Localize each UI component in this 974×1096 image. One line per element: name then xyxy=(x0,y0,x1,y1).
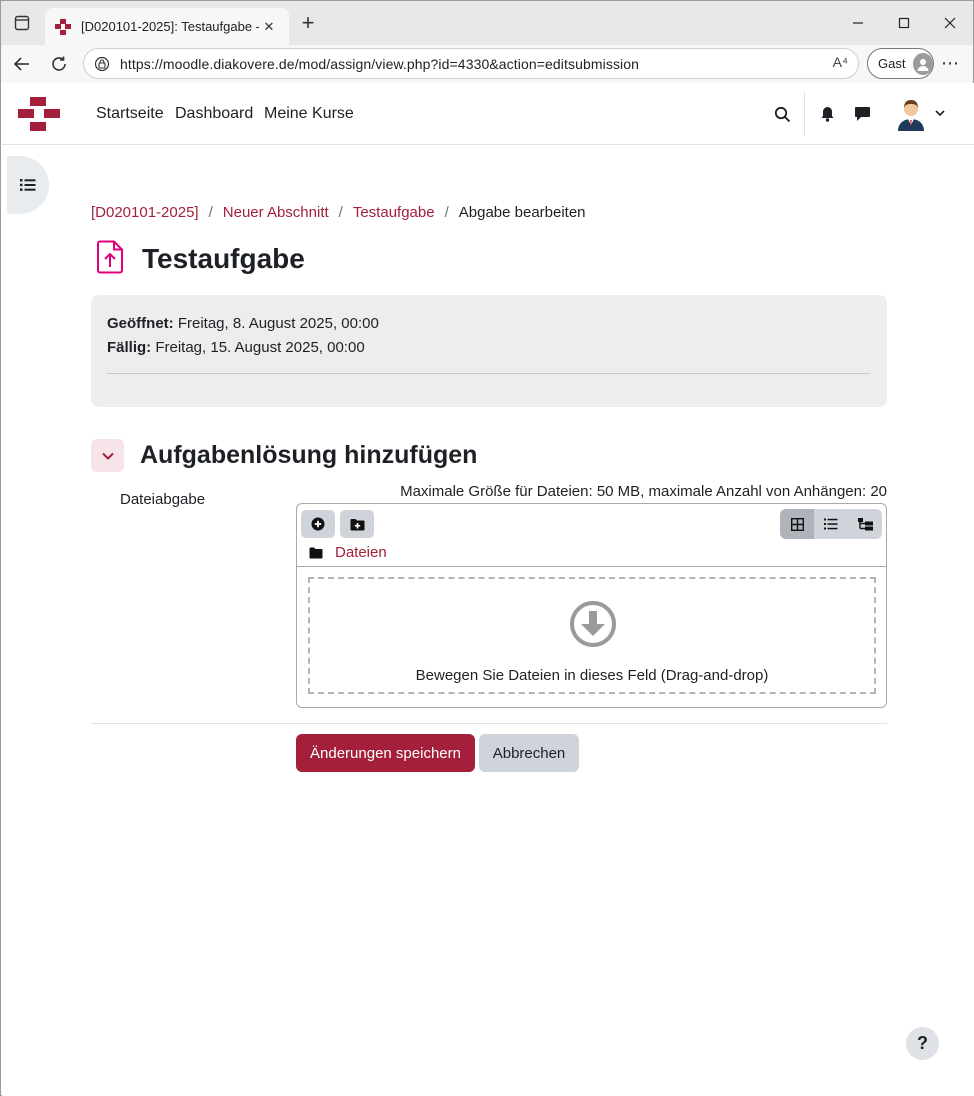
profile-label: Gast xyxy=(878,56,906,71)
form-divider xyxy=(91,723,887,724)
assignment-upload-icon xyxy=(97,240,123,274)
messages-icon[interactable] xyxy=(852,104,872,124)
due-date: Fällig: Freitag, 15. August 2025, 00:00 xyxy=(107,339,365,356)
view-toggle-group xyxy=(780,509,882,539)
add-file-button[interactable] xyxy=(301,510,335,538)
view-list-button[interactable] xyxy=(814,509,848,539)
file-submission-label: Dateiabgabe xyxy=(120,491,206,508)
navbar-divider xyxy=(804,92,805,136)
site-info-icon[interactable] xyxy=(94,56,110,72)
breadcrumb-course-link[interactable]: [D020101-2025] xyxy=(91,204,199,221)
file-drop-zone[interactable]: Bewegen Sie Dateien in dieses Feld (Drag… xyxy=(308,577,876,694)
drop-zone-text: Bewegen Sie Dateien in dieses Feld (Drag… xyxy=(415,667,769,684)
page-title: Testaufgabe xyxy=(142,243,305,274)
download-arrow-circle-icon xyxy=(570,601,616,647)
breadcrumb-separator: / xyxy=(338,204,343,221)
minimize-icon[interactable] xyxy=(846,11,870,35)
tab-title: [D020101-2025]: Testaufgabe - Abgabe bea… xyxy=(81,19,259,34)
site-logo-icon[interactable] xyxy=(18,97,60,131)
moodle-favicon-icon xyxy=(55,18,71,35)
file-path: Dateien xyxy=(309,544,387,561)
maximize-icon[interactable] xyxy=(892,11,916,35)
breadcrumb-assignment-link[interactable]: Testaufgabe xyxy=(353,204,435,221)
opened-label: Geöffnet: xyxy=(107,315,174,332)
course-index-toggle[interactable] xyxy=(7,156,49,214)
chevron-down-icon xyxy=(101,452,114,460)
user-menu-chevron-down-icon[interactable] xyxy=(934,107,946,119)
notifications-bell-icon[interactable] xyxy=(817,104,837,124)
url-field[interactable]: https://moodle.diakovere.de/mod/assign/v… xyxy=(83,48,859,79)
save-changes-button[interactable]: Änderungen speichern xyxy=(296,734,475,772)
moodle-page: Startseite Dashboard Meine Kurse [D02010… xyxy=(2,83,974,1096)
folder-tree-icon xyxy=(857,517,873,530)
breadcrumb-current: Abgabe bearbeiten xyxy=(458,204,586,221)
file-manager: Dateien Bewegen Sie Dateien in dieses Fe… xyxy=(296,503,887,708)
breadcrumb-separator: / xyxy=(444,204,449,221)
due-value: Freitag, 15. August 2025, 00:00 xyxy=(155,339,365,356)
breadcrumb-separator: / xyxy=(208,204,213,221)
opened-value: Freitag, 8. August 2025, 00:00 xyxy=(177,315,379,332)
cancel-button[interactable]: Abbrechen xyxy=(479,734,579,772)
folder-icon xyxy=(309,547,323,558)
help-button[interactable]: ? xyxy=(906,1027,939,1060)
new-tab-button[interactable]: + xyxy=(297,10,319,35)
max-size-info: Maximale Größe für Dateien: 50 MB, maxim… xyxy=(400,483,887,500)
plus-circle-icon xyxy=(311,517,325,531)
breadcrumb-section-link[interactable]: Neuer Abschnitt xyxy=(223,204,329,221)
search-icon[interactable] xyxy=(772,104,792,124)
section-collapse-toggle[interactable] xyxy=(91,439,124,472)
nav-home-link[interactable]: Startseite xyxy=(96,105,164,123)
tab-close-icon[interactable]: ✕ xyxy=(259,17,279,37)
tab-bar: [D020101-2025]: Testaufgabe - Abgabe bea… xyxy=(1,1,973,45)
browser-window: [D020101-2025]: Testaufgabe - Abgabe bea… xyxy=(0,0,974,1096)
files-path-link[interactable]: Dateien xyxy=(335,544,387,561)
reload-icon[interactable] xyxy=(47,52,71,76)
list-icon xyxy=(20,179,36,191)
create-folder-button[interactable] xyxy=(340,510,374,538)
back-arrow-icon[interactable] xyxy=(10,52,34,76)
folder-plus-icon xyxy=(350,518,364,530)
view-tree-button[interactable] xyxy=(848,509,882,539)
breadcrumb: [D020101-2025] / Neuer Abschnitt / Testa… xyxy=(91,204,586,221)
browser-menu-icon[interactable]: ⋯ xyxy=(941,53,960,74)
user-avatar[interactable] xyxy=(895,97,927,131)
window-close-icon[interactable] xyxy=(938,11,962,35)
tab-actions-icon[interactable] xyxy=(11,12,33,34)
due-label: Fällig: xyxy=(107,339,152,356)
address-bar-row: https://moodle.diakovere.de/mod/assign/v… xyxy=(1,45,973,83)
profile-button[interactable]: Gast xyxy=(867,48,934,79)
read-aloud-icon[interactable]: A⁴ xyxy=(833,54,848,70)
dates-divider xyxy=(107,373,870,374)
activity-dates: Geöffnet: Freitag, 8. August 2025, 00:00… xyxy=(91,295,887,407)
url-text: https://moodle.diakovere.de/mod/assign/v… xyxy=(120,55,640,72)
opened-date: Geöffnet: Freitag, 8. August 2025, 00:00 xyxy=(107,315,379,332)
guest-avatar-icon xyxy=(913,52,933,75)
file-manager-divider xyxy=(297,566,886,567)
grid-icon xyxy=(790,517,804,531)
top-navbar: Startseite Dashboard Meine Kurse xyxy=(2,83,974,145)
view-icons-button[interactable] xyxy=(780,509,814,539)
browser-tab-active[interactable]: [D020101-2025]: Testaufgabe - Abgabe bea… xyxy=(45,8,289,45)
list-details-icon xyxy=(824,518,838,530)
section-title: Aufgabenlösung hinzufügen xyxy=(140,441,478,469)
nav-dashboard-link[interactable]: Dashboard xyxy=(175,105,253,123)
nav-my-courses-link[interactable]: Meine Kurse xyxy=(264,105,354,123)
